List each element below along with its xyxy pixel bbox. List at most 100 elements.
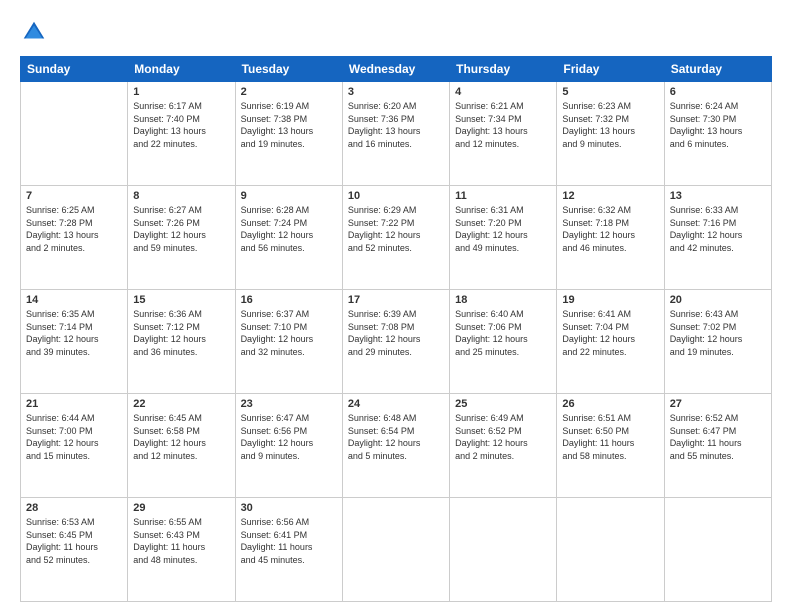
calendar-cell: 26 Sunrise: 6:51 AM Sunset: 6:50 PM Dayli… <box>557 394 664 498</box>
day-number: 26 <box>562 398 658 410</box>
calendar-cell <box>557 498 664 602</box>
calendar-cell: 21 Sunrise: 6:44 AM Sunset: 7:00 PM Dayli… <box>21 394 128 498</box>
header <box>20 18 772 46</box>
cell-content: Sunrise: 6:24 AM Sunset: 7:30 PM Dayligh… <box>670 100 766 150</box>
cell-content: Sunrise: 6:53 AM Sunset: 6:45 PM Dayligh… <box>26 516 122 566</box>
calendar-cell <box>450 498 557 602</box>
cell-content: Sunrise: 6:52 AM Sunset: 6:47 PM Dayligh… <box>670 412 766 462</box>
day-number: 30 <box>241 502 337 514</box>
cell-content: Sunrise: 6:27 AM Sunset: 7:26 PM Dayligh… <box>133 204 229 254</box>
cell-content: Sunrise: 6:41 AM Sunset: 7:04 PM Dayligh… <box>562 308 658 358</box>
calendar-cell: 27 Sunrise: 6:52 AM Sunset: 6:47 PM Dayli… <box>664 394 771 498</box>
calendar-cell: 5Sunrise: 6:23 AM Sunset: 7:32 PM Daylig… <box>557 82 664 186</box>
calendar-cell: 14 Sunrise: 6:35 AM Sunset: 7:14 PM Dayli… <box>21 290 128 394</box>
day-number: 6 <box>670 86 766 98</box>
cell-content: Sunrise: 6:21 AM Sunset: 7:34 PM Dayligh… <box>455 100 551 150</box>
day-number: 1 <box>133 86 229 98</box>
day-number: 29 <box>133 502 229 514</box>
calendar-header-wednesday: Wednesday <box>342 57 449 82</box>
cell-content: Sunrise: 6:51 AM Sunset: 6:50 PM Dayligh… <box>562 412 658 462</box>
calendar-cell: 17 Sunrise: 6:39 AM Sunset: 7:08 PM Dayli… <box>342 290 449 394</box>
calendar-cell: 22Sunrise: 6:45 AM Sunset: 6:58 PM Dayli… <box>128 394 235 498</box>
calendar-cell: 2 Sunrise: 6:19 AM Sunset: 7:38 PM Daylig… <box>235 82 342 186</box>
calendar-header-sunday: Sunday <box>21 57 128 82</box>
cell-content: Sunrise: 6:32 AM Sunset: 7:18 PM Dayligh… <box>562 204 658 254</box>
day-number: 18 <box>455 294 551 306</box>
calendar-table: SundayMondayTuesdayWednesdayThursdayFrid… <box>20 56 772 602</box>
cell-content: Sunrise: 6:55 AM Sunset: 6:43 PM Dayligh… <box>133 516 229 566</box>
day-number: 20 <box>670 294 766 306</box>
calendar-week-0: 1 Sunrise: 6:17 AM Sunset: 7:40 PM Daylig… <box>21 82 772 186</box>
calendar-week-4: 28 Sunrise: 6:53 AM Sunset: 6:45 PM Dayli… <box>21 498 772 602</box>
calendar-header-monday: Monday <box>128 57 235 82</box>
logo-icon <box>20 18 48 46</box>
day-number: 28 <box>26 502 122 514</box>
cell-content: Sunrise: 6:29 AM Sunset: 7:22 PM Dayligh… <box>348 204 444 254</box>
cell-content: Sunrise: 6:17 AM Sunset: 7:40 PM Dayligh… <box>133 100 229 150</box>
cell-content: Sunrise: 6:49 AM Sunset: 6:52 PM Dayligh… <box>455 412 551 462</box>
day-number: 22 <box>133 398 229 410</box>
day-number: 27 <box>670 398 766 410</box>
calendar-cell: 29 Sunrise: 6:55 AM Sunset: 6:43 PM Dayli… <box>128 498 235 602</box>
calendar-header-saturday: Saturday <box>664 57 771 82</box>
calendar-cell: 19Sunrise: 6:41 AM Sunset: 7:04 PM Dayli… <box>557 290 664 394</box>
calendar-cell: 8 Sunrise: 6:27 AM Sunset: 7:26 PM Daylig… <box>128 186 235 290</box>
cell-content: Sunrise: 6:19 AM Sunset: 7:38 PM Dayligh… <box>241 100 337 150</box>
cell-content: Sunrise: 6:40 AM Sunset: 7:06 PM Dayligh… <box>455 308 551 358</box>
page: SundayMondayTuesdayWednesdayThursdayFrid… <box>0 0 792 612</box>
calendar-header-row: SundayMondayTuesdayWednesdayThursdayFrid… <box>21 57 772 82</box>
day-number: 12 <box>562 190 658 202</box>
calendar-cell: 13 Sunrise: 6:33 AM Sunset: 7:16 PM Dayli… <box>664 186 771 290</box>
day-number: 7 <box>26 190 122 202</box>
day-number: 13 <box>670 190 766 202</box>
calendar-cell: 6 Sunrise: 6:24 AM Sunset: 7:30 PM Daylig… <box>664 82 771 186</box>
cell-content: Sunrise: 6:43 AM Sunset: 7:02 PM Dayligh… <box>670 308 766 358</box>
day-number: 8 <box>133 190 229 202</box>
calendar-week-2: 14 Sunrise: 6:35 AM Sunset: 7:14 PM Dayli… <box>21 290 772 394</box>
cell-content: Sunrise: 6:35 AM Sunset: 7:14 PM Dayligh… <box>26 308 122 358</box>
day-number: 9 <box>241 190 337 202</box>
day-number: 16 <box>241 294 337 306</box>
calendar-cell <box>21 82 128 186</box>
calendar-cell: 10 Sunrise: 6:29 AM Sunset: 7:22 PM Dayli… <box>342 186 449 290</box>
day-number: 23 <box>241 398 337 410</box>
logo <box>20 18 52 46</box>
calendar-cell: 25 Sunrise: 6:49 AM Sunset: 6:52 PM Dayli… <box>450 394 557 498</box>
day-number: 21 <box>26 398 122 410</box>
calendar-cell: 24Sunrise: 6:48 AM Sunset: 6:54 PM Dayli… <box>342 394 449 498</box>
day-number: 10 <box>348 190 444 202</box>
calendar-cell: 3Sunrise: 6:20 AM Sunset: 7:36 PM Daylig… <box>342 82 449 186</box>
cell-content: Sunrise: 6:37 AM Sunset: 7:10 PM Dayligh… <box>241 308 337 358</box>
calendar-cell: 28 Sunrise: 6:53 AM Sunset: 6:45 PM Dayli… <box>21 498 128 602</box>
calendar-cell: 12 Sunrise: 6:32 AM Sunset: 7:18 PM Dayli… <box>557 186 664 290</box>
calendar-week-3: 21 Sunrise: 6:44 AM Sunset: 7:00 PM Dayli… <box>21 394 772 498</box>
cell-content: Sunrise: 6:56 AM Sunset: 6:41 PM Dayligh… <box>241 516 337 566</box>
cell-content: Sunrise: 6:23 AM Sunset: 7:32 PM Dayligh… <box>562 100 658 150</box>
calendar-header-tuesday: Tuesday <box>235 57 342 82</box>
calendar-cell <box>664 498 771 602</box>
calendar-cell: 1 Sunrise: 6:17 AM Sunset: 7:40 PM Daylig… <box>128 82 235 186</box>
cell-content: Sunrise: 6:39 AM Sunset: 7:08 PM Dayligh… <box>348 308 444 358</box>
calendar-cell: 11Sunrise: 6:31 AM Sunset: 7:20 PM Dayli… <box>450 186 557 290</box>
calendar-cell: 23 Sunrise: 6:47 AM Sunset: 6:56 PM Dayli… <box>235 394 342 498</box>
cell-content: Sunrise: 6:36 AM Sunset: 7:12 PM Dayligh… <box>133 308 229 358</box>
calendar-cell: 7 Sunrise: 6:25 AM Sunset: 7:28 PM Daylig… <box>21 186 128 290</box>
calendar-header-thursday: Thursday <box>450 57 557 82</box>
calendar-cell <box>342 498 449 602</box>
calendar-cell: 9 Sunrise: 6:28 AM Sunset: 7:24 PM Daylig… <box>235 186 342 290</box>
day-number: 17 <box>348 294 444 306</box>
cell-content: Sunrise: 6:25 AM Sunset: 7:28 PM Dayligh… <box>26 204 122 254</box>
cell-content: Sunrise: 6:28 AM Sunset: 7:24 PM Dayligh… <box>241 204 337 254</box>
cell-content: Sunrise: 6:33 AM Sunset: 7:16 PM Dayligh… <box>670 204 766 254</box>
day-number: 2 <box>241 86 337 98</box>
day-number: 25 <box>455 398 551 410</box>
day-number: 24 <box>348 398 444 410</box>
calendar-header-friday: Friday <box>557 57 664 82</box>
calendar-week-1: 7 Sunrise: 6:25 AM Sunset: 7:28 PM Daylig… <box>21 186 772 290</box>
day-number: 14 <box>26 294 122 306</box>
calendar-cell: 30 Sunrise: 6:56 AM Sunset: 6:41 PM Dayli… <box>235 498 342 602</box>
cell-content: Sunrise: 6:44 AM Sunset: 7:00 PM Dayligh… <box>26 412 122 462</box>
calendar-cell: 20 Sunrise: 6:43 AM Sunset: 7:02 PM Dayli… <box>664 290 771 394</box>
cell-content: Sunrise: 6:47 AM Sunset: 6:56 PM Dayligh… <box>241 412 337 462</box>
calendar-cell: 4Sunrise: 6:21 AM Sunset: 7:34 PM Daylig… <box>450 82 557 186</box>
